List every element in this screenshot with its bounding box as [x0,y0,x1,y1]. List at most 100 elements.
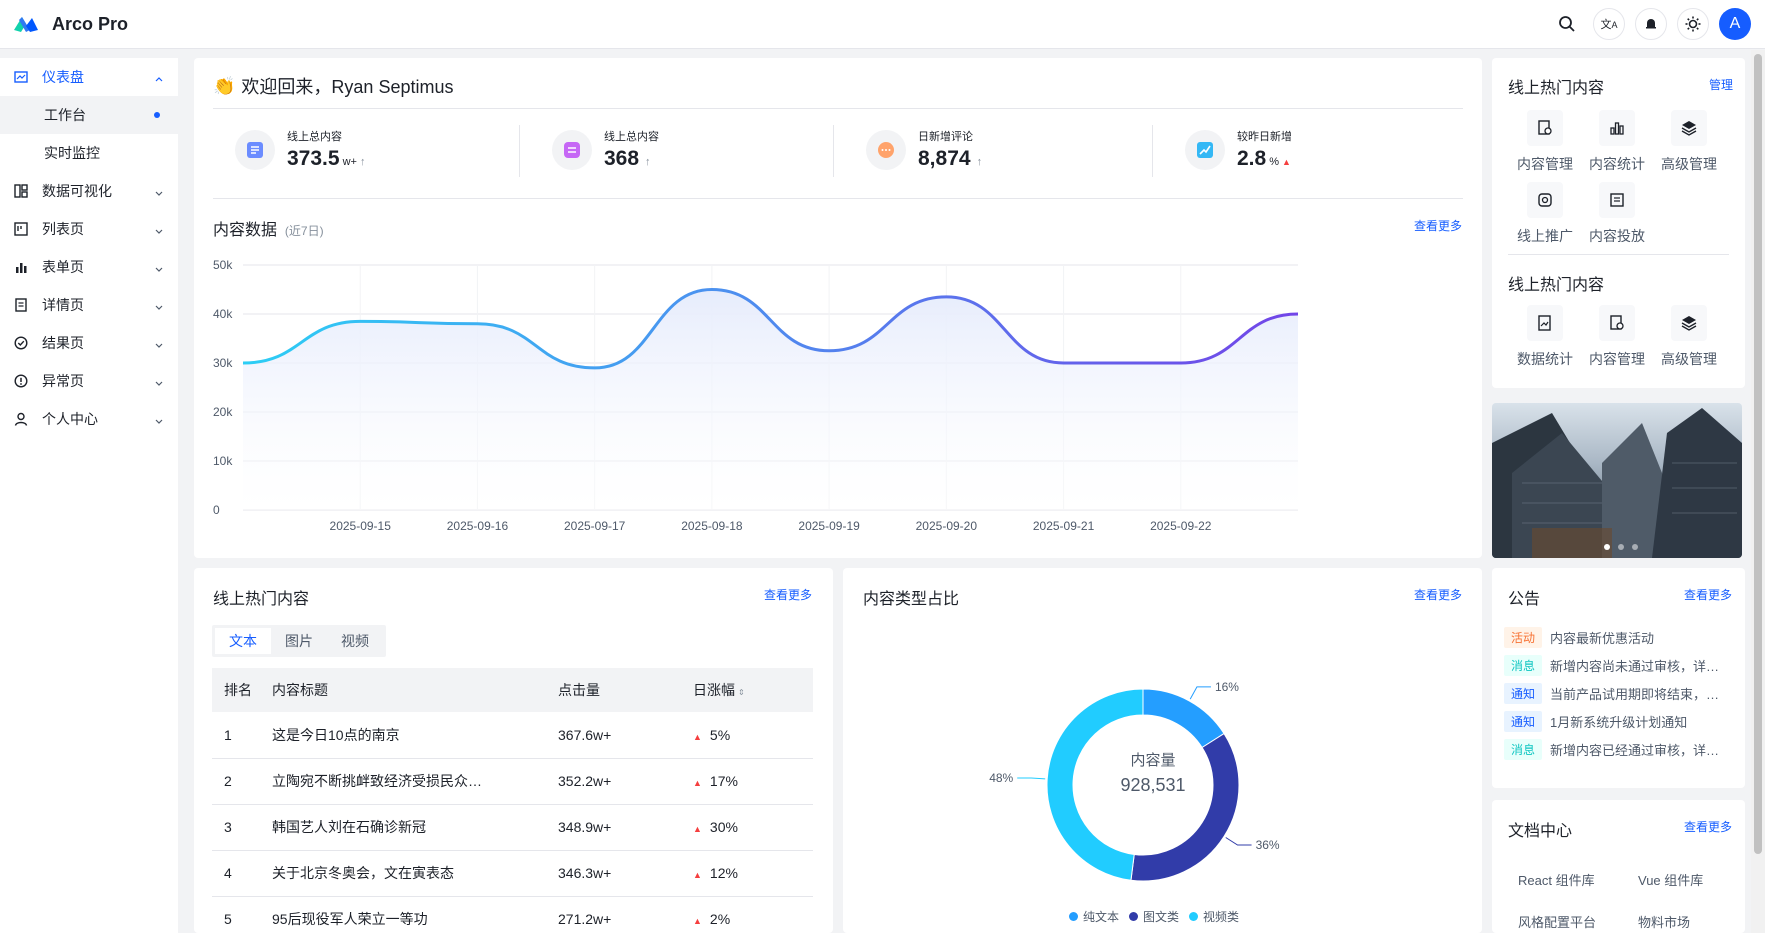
menu-label: 详情页 [42,297,84,313]
announcement-more-link[interactable]: 查看更多 [1684,586,1732,603]
trend-up-icon: ▲ [1281,157,1291,167]
recent-item-data-stats[interactable]: 数据统计 [1515,305,1575,369]
carousel-dot-active[interactable] [1604,544,1610,550]
table-row[interactable]: 3 韩国艺人刘在石确诊新冠 348.9w+ ▲ 30% [212,804,813,851]
cell-title: 95后现役军人荣立一等功 [272,896,558,933]
sort-icon[interactable]: ⇕ [738,688,745,697]
announcement-title: 公告 [1508,591,1541,608]
chevron-down-icon [154,375,164,391]
cell-title: 韩国艺人刘在石确诊新冠 [272,804,558,851]
menu-user[interactable]: 个人中心 [0,400,178,438]
content-type-more-link[interactable]: 查看更多 [1414,586,1462,603]
column-header-growth[interactable]: 日涨幅 ⇕ [693,668,813,712]
dashboard-icon [14,70,28,84]
content-data-more-link[interactable]: 查看更多 [1414,217,1462,234]
quick-item-label: 内容统计 [1589,156,1645,172]
stat-label: 线上总内容 [287,131,342,143]
menu-monitor[interactable]: 实时监控 [0,134,178,172]
table-row[interactable]: 2 立陶宛不断挑衅致经济受损民众… 352.2w+ ▲ 17% [212,758,813,805]
translate-icon[interactable]: 文A [1593,8,1625,40]
tab-image[interactable]: 图片 [271,628,327,654]
announcement-item[interactable]: 活动 内容最新优惠活动 [1504,627,1730,648]
menu-detail[interactable]: 详情页 [0,286,178,324]
menu-exception[interactable]: 异常页 [0,362,178,400]
menu-dashboard[interactable]: 仪表盘 [0,58,178,96]
quick-item-promote[interactable]: 线上推广 [1515,182,1575,246]
scrollbar-thumb[interactable] [1754,54,1762,854]
chevron-down-icon [154,413,164,429]
tab-text[interactable]: 文本 [215,628,271,654]
selected-dot [154,112,160,118]
legend-item[interactable]: 图文类 [1129,908,1179,925]
stat-increase: 较昨日新增 2.8% ▲ [1185,128,1292,171]
y-tick-label: 0 [213,503,220,517]
quick-item-advanced[interactable]: 高级管理 [1659,110,1719,174]
table-row[interactable]: 1 这是今日10点的南京 367.6w+ ▲ 5% [212,712,813,759]
donut-slice[interactable] [1142,688,1225,749]
doc-link[interactable]: React 组件库 [1518,870,1595,889]
carousel-dot[interactable] [1618,544,1624,550]
content-icon [552,129,592,170]
page-scrollbar[interactable] [1751,50,1765,933]
logo[interactable]: Arco Pro [12,14,128,35]
chevron-down-icon [154,299,164,315]
search-icon[interactable] [1551,8,1583,40]
doc-link[interactable]: 物料市场 [1638,912,1690,931]
announcement-item[interactable]: 消息 新增内容已经通过审核，详情请点击查看。 [1504,739,1730,760]
menu-visualization[interactable]: 数据可视化 [0,172,178,210]
chevron-down-icon [154,261,164,277]
hot-content-more-link[interactable]: 查看更多 [764,586,812,603]
divider [213,108,1463,109]
announcement-item[interactable]: 通知 1月新系统升级计划通知 [1504,711,1730,732]
quick-item-label: 内容管理 [1517,156,1573,172]
menu-form[interactable]: 表单页 [0,248,178,286]
menu-list[interactable]: 列表页 [0,210,178,248]
x-tick-label: 2025-09-15 [330,519,392,533]
doc-link[interactable]: 风格配置平台 [1518,912,1596,931]
content-line-chart: 0 10k 20k 30k 40k 50k 2025-09-15 2025-09-16 2025… [213,258,1299,533]
recent-item-content-manage[interactable]: 内容管理 [1587,305,1647,369]
quick-item-content-manage[interactable]: 内容管理 [1515,110,1575,174]
legend-item[interactable]: 纯文本 [1069,908,1119,925]
cell-clicks: 367.6w+ [558,712,693,759]
stat-unit: w+ [342,156,357,168]
avatar[interactable]: A [1719,8,1751,40]
detail-icon [14,298,28,312]
sun-icon[interactable] [1677,8,1709,40]
banner-carousel[interactable] [1492,403,1742,558]
recent-item-label: 内容管理 [1589,351,1645,367]
recent-title: 线上热门内容 [1508,277,1605,294]
donut-label-line [1225,837,1252,846]
exception-icon [14,374,28,388]
divider [1152,125,1153,177]
manage-link[interactable]: 管理 [1709,76,1733,93]
menu-result[interactable]: 结果页 [0,324,178,362]
carousel-dot[interactable] [1632,544,1638,550]
y-tick-label: 50k [213,258,233,272]
trend-up-icon: ↑ [976,156,983,168]
donut-center-label: 内容量 [1130,752,1176,769]
menu-workplace[interactable]: 工作台 [0,96,178,134]
tab-video[interactable]: 视频 [327,628,383,654]
x-tick-label: 2025-09-17 [564,519,626,533]
recent-item-advanced[interactable]: 高级管理 [1659,305,1719,369]
announcement-item[interactable]: 消息 新增内容尚未通过审核，详情请点击查看。 [1504,655,1730,676]
bell-icon[interactable] [1635,8,1667,40]
donut-label-line [1189,686,1211,700]
quick-item-label: 内容投放 [1589,228,1645,244]
table-row[interactable]: 4 关于北京冬奥会，文在寅表态 346.3w+ ▲ 12% [212,850,813,897]
x-tick-label: 2025-09-21 [1033,519,1095,533]
quick-item-deliver[interactable]: 内容投放 [1587,182,1647,246]
quick-item-content-stats[interactable]: 内容统计 [1587,110,1647,174]
doc-link[interactable]: Vue 组件库 [1638,870,1703,889]
cell-rank: 1 [212,712,272,759]
announcement-item[interactable]: 通知 当前产品试用期即将结束，如需续费请点击查看。 [1504,683,1730,704]
table-row[interactable]: 5 95后现役军人荣立一等功 271.2w+ ▲ 2% [212,896,813,933]
stat-value: 8,874 [918,147,971,170]
legend-item[interactable]: 视频类 [1189,908,1239,925]
announcement-text: 1月新系统升级计划通知 [1550,715,1688,730]
file-settings-icon [1599,305,1635,341]
docs-more-link[interactable]: 查看更多 [1684,818,1732,835]
cell-rank: 4 [212,850,272,897]
y-tick-label: 10k [213,454,233,468]
